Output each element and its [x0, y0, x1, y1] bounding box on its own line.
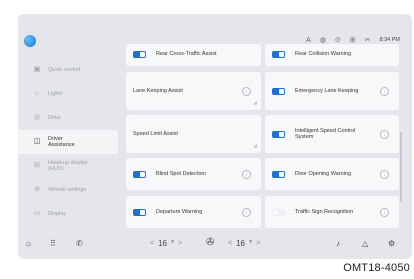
door-opening-warning-toggle[interactable] [272, 170, 285, 178]
degree-unit: ° [171, 239, 175, 248]
content-scrollbar[interactable] [400, 132, 402, 202]
bottom-bar: ⌂ ⠿ ✆ < 16 ° > ✇ < 16 ° > ♪ △ ⚙ [18, 230, 412, 259]
setting-label: Speed Limit Assist [133, 130, 178, 137]
power-icon[interactable]: ⊙ [335, 36, 341, 44]
blind-spot-detection-toggle[interactable] [133, 170, 146, 178]
setting-label: Departure Warning [156, 208, 203, 215]
camera-icon[interactable]: ◍ [320, 36, 326, 44]
infotainment-screen: A ◍ ⊙ ⊞ ✂ 8:34 PM ▣ Quick control ☼ Ligh… [18, 14, 412, 259]
sidebar-item-driver-assistance[interactable]: ◫ Driver Assistance [18, 130, 118, 154]
info-icon[interactable]: i [242, 87, 251, 96]
temp-decrease-icon[interactable]: < [150, 240, 154, 247]
sidebar-item-vehicle-settings[interactable]: ⊖ Vehicle settings [18, 178, 118, 202]
voice-icon[interactable]: ♪ [336, 239, 340, 248]
right-temperature-value: 16 [236, 239, 245, 248]
vehicle-icon: ⊖ [34, 185, 40, 193]
info-icon[interactable]: i [380, 87, 389, 96]
sidebar-item-label: Vehicle settings [48, 186, 87, 193]
apps-icon[interactable]: ⠿ [50, 239, 56, 248]
sidebar-item-label: Display [48, 210, 67, 217]
right-temperature-control[interactable]: < 16 ° > [228, 239, 260, 248]
settings-icon[interactable]: ⚙ [388, 239, 395, 248]
sidebar-item-label: Quick control [48, 66, 81, 73]
figure-code: OMT18-4050 [343, 262, 410, 274]
sidebar-item-label: Head-up display (HUD) [48, 159, 88, 173]
setting-card-lane-keeping-assist[interactable]: Lane Keeping Assist i ◢ [126, 72, 261, 110]
setting-card-intelligent-speed-control[interactable]: Intelligent Speed Control System i [265, 115, 399, 153]
setting-label: Rear Collision Warning [295, 50, 352, 57]
display-settings-icon: ▭ [33, 209, 41, 217]
sidebar-item-display[interactable]: ▭ Display [18, 202, 118, 226]
home-icon[interactable]: ⌂ [26, 239, 31, 248]
emergency-lane-keeping-toggle[interactable] [272, 87, 285, 95]
phone-icon[interactable]: ✆ [76, 239, 83, 248]
degree-unit: ° [249, 239, 253, 248]
setting-card-rear-collision[interactable]: Rear Collision Warning [265, 44, 399, 66]
mute-icon[interactable]: ✂ [365, 36, 371, 44]
setting-card-door-opening-warning[interactable]: Door Opening Warning i [265, 158, 399, 190]
setting-label: Rear Cross-Traffic Assist [156, 50, 217, 57]
hud-icon: ⊟ [34, 161, 40, 169]
info-icon[interactable]: i [380, 130, 389, 139]
departure-warning-toggle[interactable] [133, 208, 146, 216]
setting-label: Traffic Sign Recognition [295, 208, 354, 215]
sidebar-item-label: Lights [48, 90, 63, 97]
temp-decrease-icon[interactable]: < [228, 240, 232, 247]
sidebar-item-quick-control[interactable]: ▣ Quick control [18, 58, 118, 82]
navigation-icon[interactable]: △ [362, 239, 368, 248]
quick-control-icon: ▣ [33, 65, 41, 73]
info-icon[interactable]: i [380, 170, 389, 179]
sidebar-item-lights[interactable]: ☼ Lights [18, 82, 118, 106]
expand-corner-icon: ◢ [253, 100, 257, 106]
sidebar-item-label: Drive [48, 114, 61, 121]
info-icon[interactable]: i [380, 208, 389, 217]
setting-card-blind-spot-detection[interactable]: Blind Spot Detection i [126, 158, 261, 190]
sidebar-item-drive[interactable]: ◎ Drive [18, 106, 118, 130]
expand-corner-icon: ◢ [253, 143, 257, 149]
setting-label: Lane Keeping Assist [133, 87, 183, 94]
traffic-sign-recognition-toggle[interactable] [272, 208, 285, 216]
setting-card-speed-limit-assist[interactable]: Speed Limit Assist ◢ [126, 115, 261, 153]
fan-icon[interactable]: ✇ [206, 237, 214, 248]
profile-avatar[interactable] [24, 35, 36, 47]
rear-collision-toggle[interactable] [272, 51, 285, 58]
intelligent-speed-control-toggle[interactable] [272, 130, 285, 138]
setting-label: Intelligent Speed Control System [295, 127, 356, 141]
sidebar-item-hud[interactable]: ⊟ Head-up display (HUD) [18, 154, 118, 178]
temp-increase-icon[interactable]: > [256, 240, 260, 247]
left-temperature-control[interactable]: < 16 ° > [150, 239, 182, 248]
setting-label: Emergency Lane Keeping [295, 87, 359, 94]
setting-card-traffic-sign-recognition[interactable]: Traffic Sign Recognition i [265, 196, 399, 228]
info-icon[interactable]: i [242, 170, 251, 179]
setting-label: Door Opening Warning [295, 170, 352, 177]
driver-assistance-icon: ◫ [33, 137, 41, 145]
setting-card-emergency-lane-keeping[interactable]: Emergency Lane Keeping i [265, 72, 399, 110]
info-icon[interactable]: i [242, 208, 251, 217]
lights-icon: ☼ [33, 89, 41, 97]
drive-icon: ◎ [33, 113, 41, 121]
setting-card-departure-warning[interactable]: Departure Warning i [126, 196, 261, 228]
display-icon[interactable]: ⊞ [350, 36, 356, 44]
clock-time: 8:34 PM [379, 37, 400, 43]
setting-label: Blind Spot Detection [156, 170, 206, 177]
setting-card-rear-cross-traffic[interactable]: Rear Cross-Traffic Assist [126, 44, 261, 66]
sidebar-item-label: Driver Assistance [48, 135, 75, 149]
status-icons: A ◍ ⊙ ⊞ ✂ 8:34 PM [306, 36, 400, 45]
rear-cross-traffic-toggle[interactable] [133, 51, 146, 58]
user-profile-icon[interactable]: A [306, 37, 311, 44]
left-temperature-value: 16 [158, 239, 167, 248]
temp-increase-icon[interactable]: > [178, 240, 182, 247]
